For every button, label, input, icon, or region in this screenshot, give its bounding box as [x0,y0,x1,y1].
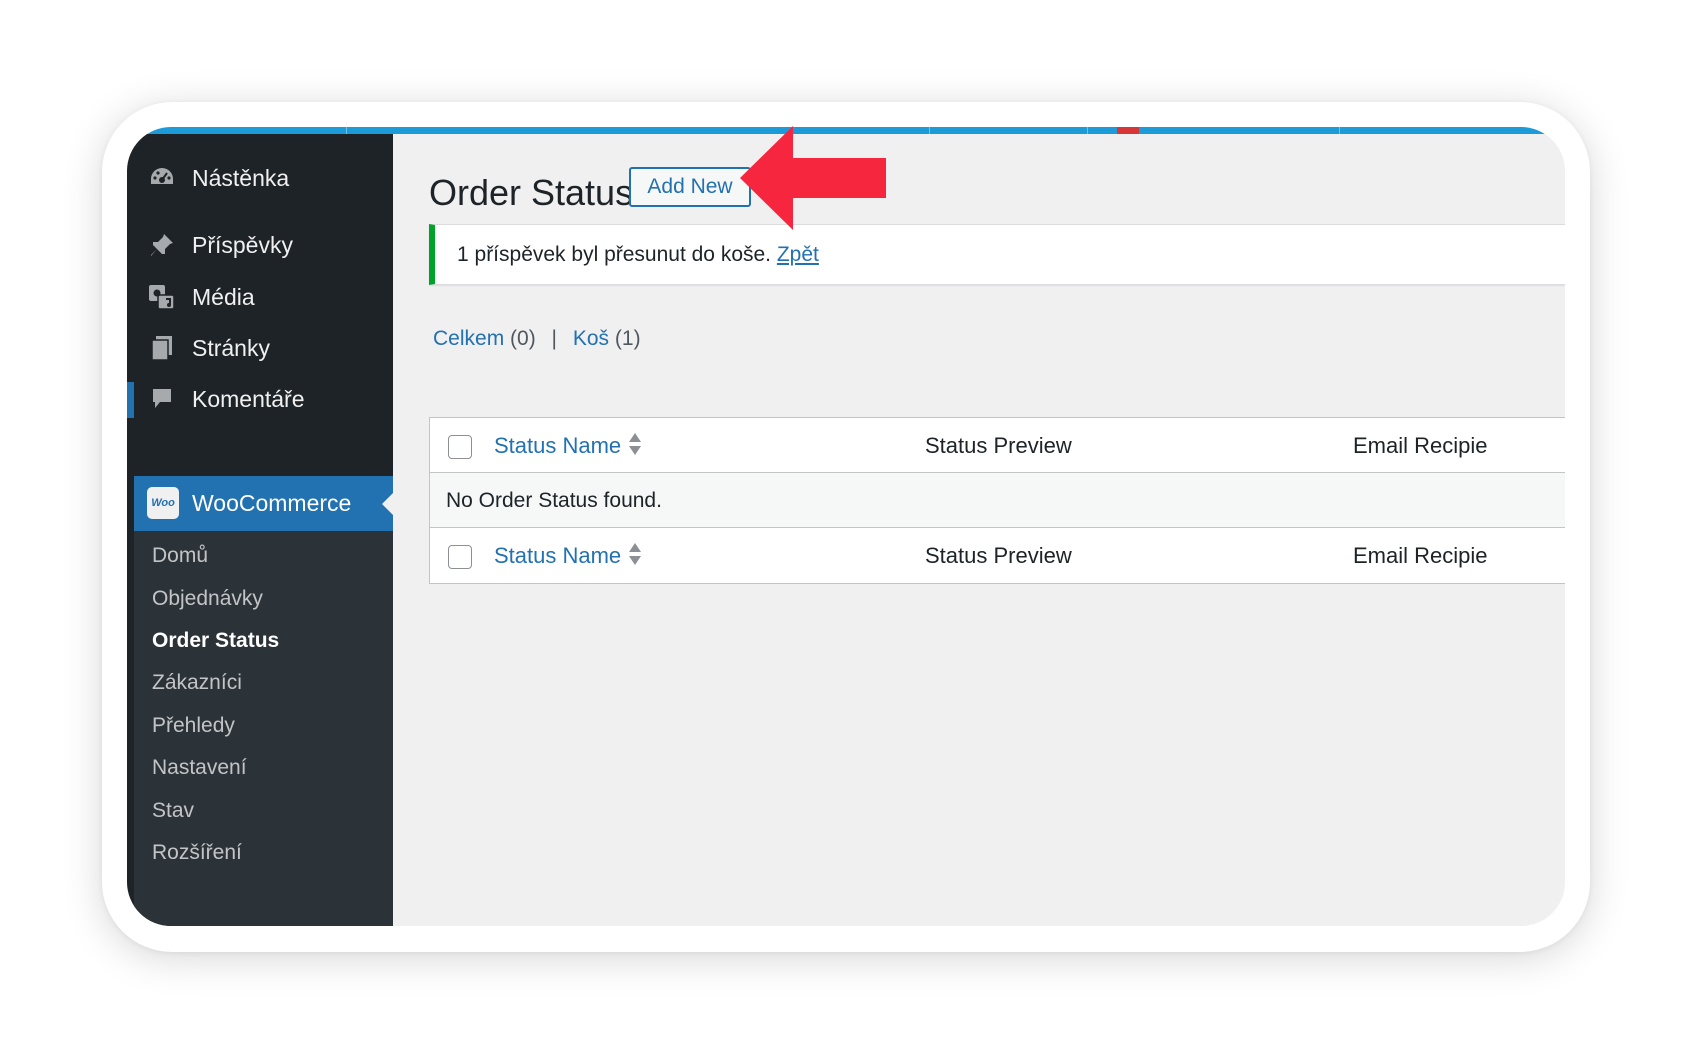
pin-icon [147,230,177,260]
sidebar-item-comments[interactable]: Komentáře [127,375,393,423]
current-menu-notch [382,493,393,515]
sidebar-item-label: Příspěvky [192,231,293,258]
sidebar-item-woocommerce[interactable]: Woo WooCommerce [134,476,393,531]
order-status-table: Status Name Status Preview Email Recipie… [429,417,1565,584]
sort-icon[interactable] [628,431,642,457]
submenu-item-order-status[interactable]: Order Status [152,629,279,653]
table-empty-row: No Order Status found. [430,473,1565,528]
sort-icon[interactable] [628,541,642,567]
column-email-recipients-footer: Email Recipie [1353,543,1488,568]
column-email-recipients: Email Recipie [1353,433,1488,458]
status-filter-views: Celkem (0) | Koš (1) [433,327,641,351]
sidebar-item-label: Komentáře [192,385,305,412]
status-name-sort-link-footer[interactable]: Status Name [494,543,621,569]
sidebar-item-pages[interactable]: Stránky [127,324,393,372]
admin-sidebar: Nástěnka Příspěvky Média Stránky Komentá… [127,134,393,926]
sidebar-item-label: Média [192,283,255,310]
sidebar-item-label: Stránky [192,334,270,361]
annotation-arrow-icon [740,126,886,230]
success-notice: 1 příspěvek byl přesunut do koše. Zpět [429,224,1565,285]
wp-admin-screen: Nástěnka Příspěvky Média Stránky Komentá… [127,127,1565,926]
sidebar-item-media[interactable]: Média [127,273,393,321]
sidebar-item-label: WooCommerce [192,490,352,516]
select-all-checkbox-footer[interactable] [448,545,472,569]
select-all-checkbox[interactable] [448,435,472,459]
comments-icon [147,384,177,414]
submenu-item-settings[interactable]: Nastavení [152,756,247,780]
submenu-item-reports[interactable]: Přehledy [152,714,235,738]
sidebar-item-posts[interactable]: Příspěvky [127,221,393,269]
view-trash-count: (1) [614,327,641,350]
status-name-sort-link[interactable]: Status Name [494,433,621,459]
notice-message: 1 příspěvek byl přesunut do koše. [457,243,772,266]
table-footer-row: Status Name Status Preview Email Recipie [430,528,1565,583]
woocommerce-icon: Woo [147,487,179,519]
media-icon [147,282,177,312]
view-all-count: (0) [510,327,536,350]
main-content: Order Status Add New 1 příspěvek byl pře… [393,134,1565,926]
view-all-link[interactable]: Celkem [433,327,504,350]
submenu-item-orders[interactable]: Objednávky [152,587,263,611]
woocommerce-submenu: Domů Objednávky Order Status Zákazníci P… [134,531,393,926]
undo-link[interactable]: Zpět [777,243,819,266]
submenu-item-extensions[interactable]: Rozšíření [152,841,242,865]
column-status-preview-footer: Status Preview [925,543,1072,568]
submenu-item-home[interactable]: Domů [152,544,208,568]
empty-message: No Order Status found. [446,489,662,512]
submenu-item-customers[interactable]: Zákazníci [152,671,242,695]
submenu-item-status[interactable]: Stav [152,799,194,823]
views-separator: | [551,327,558,350]
dashboard-icon [147,163,177,193]
sidebar-item-label: Nástěnka [192,164,290,191]
view-trash-link[interactable]: Koš [573,327,609,350]
table-header-row: Status Name Status Preview Email Recipie [430,418,1565,473]
page-title: Order Status [429,172,634,213]
column-status-preview: Status Preview [925,433,1072,458]
add-new-button[interactable]: Add New [629,167,751,207]
notice-text: 1 příspěvek byl přesunut do koše. Zpět [457,243,819,267]
pages-icon [147,333,177,363]
sidebar-item-dashboard[interactable]: Nástěnka [127,154,393,202]
